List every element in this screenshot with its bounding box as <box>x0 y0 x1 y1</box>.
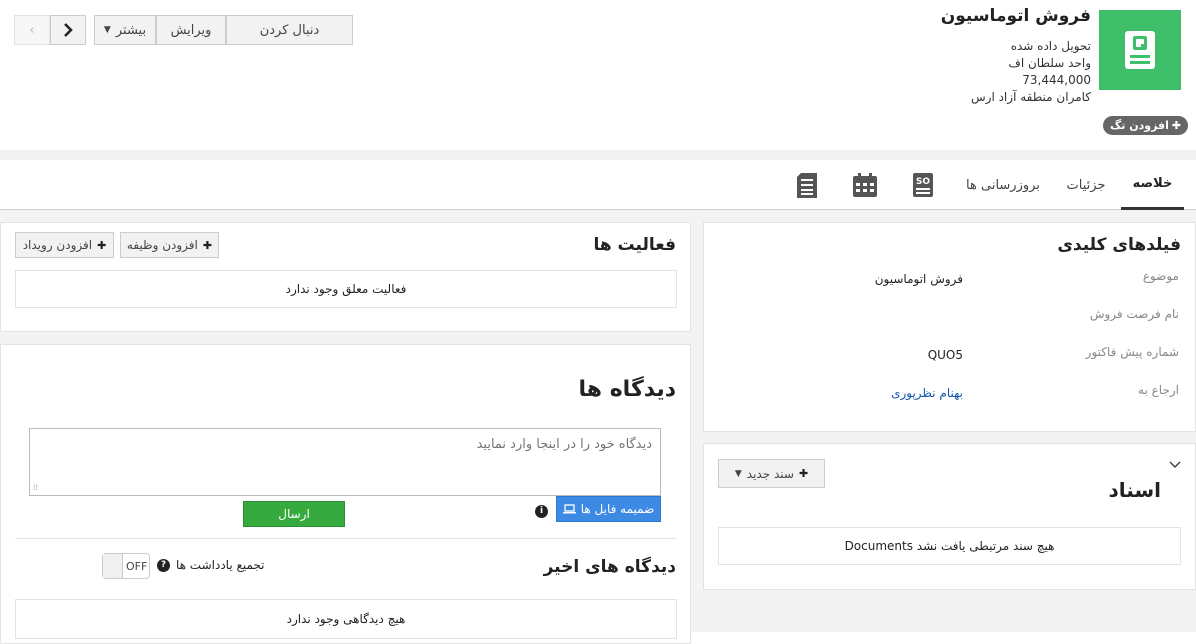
header-separator <box>0 150 1196 160</box>
plus-icon: ✚ <box>798 467 809 480</box>
info-icon[interactable]: i <box>535 502 548 518</box>
field-label-opportunity: نام فرصت فروش <box>1089 307 1179 321</box>
tab-updates[interactable]: بروزرسانی ها <box>955 160 1051 210</box>
activities-empty-message: فعالیت معلق وجود ندارد <box>15 270 677 308</box>
documents-panel: اسناد ✚ سند جدید ▼ هیچ سند مرتبطی یافت ن… <box>703 443 1196 590</box>
comments-empty-message: هیچ دیدگاهی وجود ندارد <box>15 599 677 639</box>
plus-icon: ✚ <box>97 238 107 252</box>
resize-handle-icon[interactable]: ⁞⁞ <box>33 483 38 492</box>
comment-input[interactable] <box>29 428 661 496</box>
record-contact: کامران منطقه آزاد ارس <box>971 90 1091 104</box>
document-list-icon <box>797 172 817 198</box>
key-fields-panel: فیلدهای کلیدی موضوع فروش اتوماسیون نام ف… <box>703 222 1196 432</box>
chevron-right-icon: › <box>29 22 35 38</box>
more-dropdown[interactable]: بیشتر ▼ <box>94 15 156 45</box>
record-unit: واحد سلطان اف <box>1008 56 1091 70</box>
caret-down-icon: ▼ <box>103 25 111 35</box>
tab-details[interactable]: جزئیات <box>1058 160 1114 210</box>
add-task-button[interactable]: ✚ افزودن وظیفه <box>120 232 219 258</box>
documents-empty-message: هیچ سند مرتبطی یافت نشد Documents <box>718 527 1181 565</box>
documents-title: اسناد <box>1108 478 1161 502</box>
field-label-subject: موضوع <box>1142 269 1179 283</box>
activities-panel: فعالیت ها ✚ افزودن رویداد ✚ افزودن وظیفه… <box>0 222 691 332</box>
recent-comments-title: دیدگاه های اخیر <box>543 557 676 577</box>
add-event-button[interactable]: ✚ افزودن رویداد <box>15 232 114 258</box>
record-title: فروش اتوماسیون <box>940 6 1091 26</box>
rollup-toggle[interactable]: OFF <box>102 553 150 579</box>
chevron-left-icon <box>64 23 73 37</box>
new-document-dropdown[interactable]: ✚ سند جدید ▼ <box>718 459 825 488</box>
tab-sales-order[interactable]: SO <box>905 160 941 210</box>
sales-order-icon: SO <box>913 173 933 197</box>
previous-record-button[interactable] <box>50 15 86 45</box>
record-status: تحویل داده شده <box>1010 39 1091 53</box>
send-button[interactable]: ارسال <box>243 501 345 527</box>
attach-files-button[interactable]: ضمیمه فایل ها <box>556 496 661 522</box>
comments-title: دیدگاه ها <box>578 377 676 402</box>
activities-title: فعالیت ها <box>593 235 676 255</box>
field-value-quote-number[interactable]: QUO5 <box>928 348 963 362</box>
rollup-label: تجمیع یادداشت ها ? <box>157 558 265 572</box>
plus-icon: ✚ <box>1171 119 1182 132</box>
tab-bar: خلاصه جزئیات بروزرسانی ها SO <box>0 160 1196 210</box>
record-amount: 73,444,000 <box>1022 73 1091 87</box>
edit-button[interactable]: ویرایش <box>156 15 226 45</box>
svg-text:SO: SO <box>916 177 930 187</box>
laptop-icon <box>562 504 576 514</box>
quote-icon <box>1099 10 1181 90</box>
follow-button[interactable]: دنبال کردن <box>226 15 353 45</box>
add-tag-button[interactable]: ✚ افزودن تگ <box>1103 116 1189 135</box>
record-header: فروش اتوماسیون تحویل داده شده واحد سلطان… <box>0 0 1196 150</box>
next-record-button[interactable]: › <box>14 15 50 45</box>
tab-calendar[interactable] <box>846 160 884 210</box>
key-fields-title: فیلدهای کلیدی <box>1057 235 1181 255</box>
tab-summary[interactable]: خلاصه <box>1121 160 1184 210</box>
collapse-chevron-icon[interactable] <box>1169 458 1181 472</box>
field-label-quote-number: شماره پیش فاکتور <box>1085 345 1179 359</box>
tab-documents[interactable] <box>788 160 826 210</box>
field-value-assigned-to[interactable]: بهنام نظرپوری <box>891 386 963 400</box>
comments-divider <box>15 538 677 539</box>
calendar-icon <box>853 173 877 197</box>
field-value-subject[interactable]: فروش اتوماسیون <box>875 272 963 286</box>
caret-down-icon: ▼ <box>734 468 742 479</box>
toggle-knob <box>103 554 123 578</box>
field-label-assigned-to: ارجاع به <box>1138 383 1179 397</box>
help-icon[interactable]: ? <box>157 558 170 572</box>
plus-icon: ✚ <box>202 238 213 252</box>
